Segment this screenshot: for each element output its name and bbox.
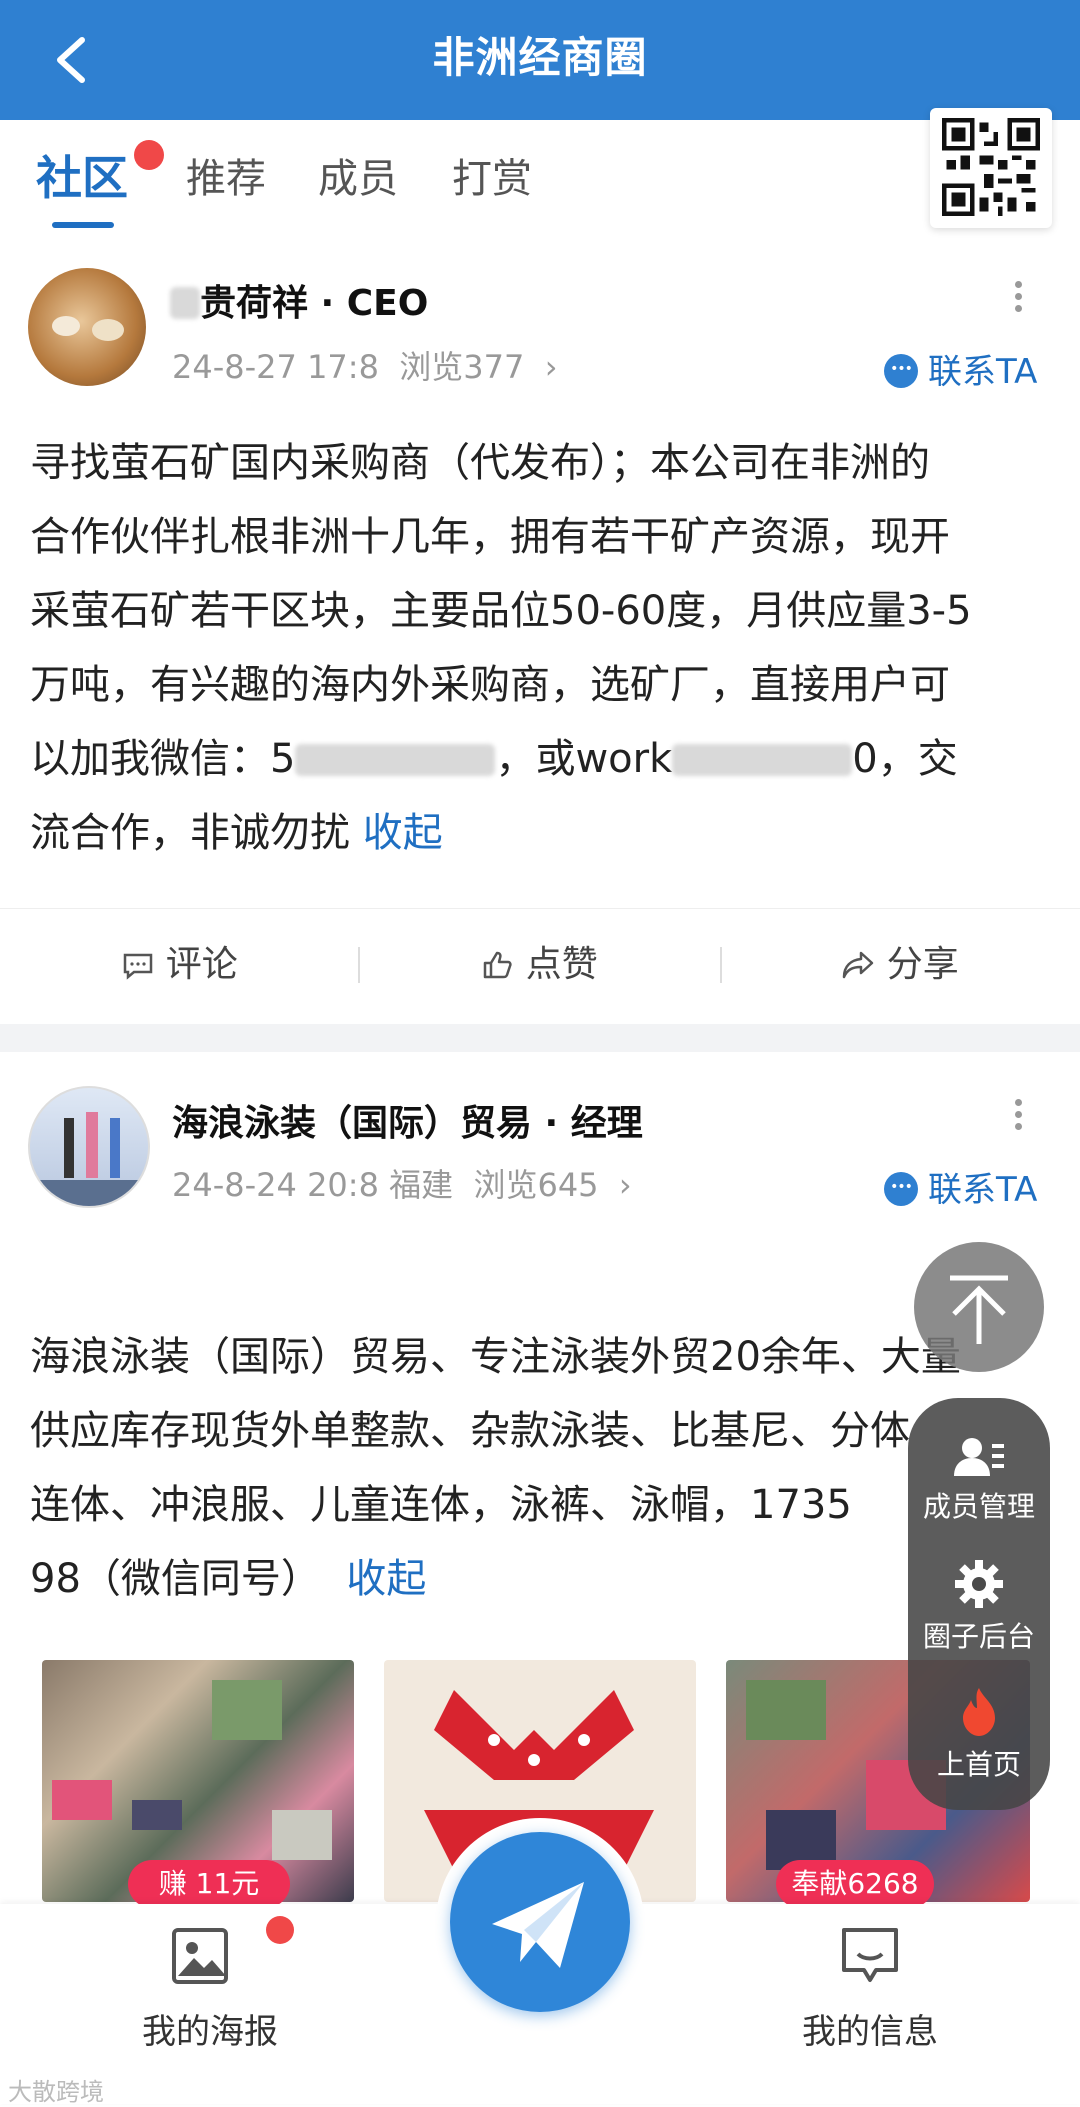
circle-admin-button[interactable]: 圈子后台 [908, 1560, 1050, 1655]
post-body-line: 海浪泳装（国际）贸易、专注泳装外贸20余年、大量 [30, 1334, 961, 1380]
like-label: 点赞 [525, 944, 598, 985]
message-icon [840, 1926, 900, 1986]
member-manage-label: 成员管理 [922, 1490, 1035, 1523]
author-avatar[interactable] [28, 1086, 150, 1208]
text-segment: 流合作，非诚勿扰 [30, 810, 350, 856]
redacted-text [295, 744, 496, 776]
contact-label: 联系TA [928, 1170, 1038, 1210]
section-gap [0, 1024, 1080, 1052]
top-bar: 非洲经商圈 [0, 0, 1080, 120]
share-label: 分享 [886, 944, 959, 985]
collapse-link[interactable]: 收起 [363, 810, 443, 856]
go-homepage-button[interactable]: 上首页 [908, 1688, 1050, 1783]
author-name-text: 贵荷祥 · CEO [200, 283, 429, 324]
post-body: 海浪泳装（国际）贸易、专注泳装外贸20余年、大量 供应库存现货外单整款、杂款泳装… [30, 1320, 1040, 1616]
post-body-line: 以加我微信：5 ，或work 0，交 [30, 722, 1040, 796]
chevron-right-icon: › [618, 1166, 632, 1204]
post-body-line: 98（微信同号） 收起 [30, 1542, 1040, 1616]
tab-members[interactable]: 成员 [318, 146, 398, 204]
post-body-line: 合作伙伴扎根非洲十几年，拥有若干矿产资源，现开 [30, 514, 950, 560]
nav-my-messages[interactable]: 我的信息 [740, 2004, 1000, 2053]
chat-bubble-icon [884, 354, 918, 388]
more-icon[interactable] [1012, 1094, 1024, 1135]
author-name[interactable]: 海浪泳装（国际）贸易 · 经理 [172, 1094, 643, 1146]
image-icon [170, 1926, 230, 1986]
text-segment: 98（微信同号） [30, 1556, 321, 1602]
post-body: 寻找萤石矿国内采购商（代发布）；本公司在非洲的 合作伙伴扎根非洲十几年，拥有若干… [30, 426, 1040, 870]
post-meta[interactable]: 24-8-24 20:8 福建 浏览645 › [172, 1160, 632, 1206]
view-count: 浏览377 [399, 348, 525, 386]
text-segment: 0，交 [852, 736, 958, 782]
contact-button[interactable]: 联系TA [884, 1162, 1037, 1211]
thumbs-up-icon [484, 951, 512, 979]
contact-label: 联系TA [928, 352, 1038, 392]
more-icon[interactable] [1012, 276, 1024, 317]
comment-button[interactable]: 评论 [0, 909, 360, 1021]
author-avatar[interactable] [28, 268, 146, 386]
chevron-right-icon: › [544, 348, 558, 386]
publish-button[interactable] [450, 1832, 630, 2012]
text-segment: ，或work [495, 736, 673, 782]
post-actions: 评论 点赞 分享 [0, 908, 1080, 1021]
member-manage-button[interactable]: 成员管理 [908, 1436, 1050, 1525]
circle-admin-label: 圈子后台 [922, 1620, 1035, 1653]
view-count: 浏览645 [473, 1166, 599, 1204]
scroll-to-top-button[interactable] [914, 1242, 1044, 1372]
fire-icon [963, 1688, 995, 1736]
text-segment: 以加我微信：5 [30, 736, 296, 782]
post-meta[interactable]: 24-8-27 17:8 浏览377 › [172, 342, 558, 388]
contribution-badge[interactable]: 奉献6268 [776, 1860, 934, 1908]
post-body-line: 寻找萤石矿国内采购商（代发布）；本公司在非洲的 [30, 440, 930, 486]
gear-icon [955, 1560, 1003, 1608]
post-date: 24-8-24 20:8 [172, 1166, 379, 1204]
notification-dot [134, 140, 164, 170]
post-body-line: 连体、冲浪服、儿童连体，泳裤、泳帽，1735 [30, 1482, 852, 1528]
qr-code-icon [942, 118, 1040, 216]
redacted-text [672, 744, 853, 776]
like-button[interactable]: 点赞 [360, 909, 720, 1021]
watermark: 大散跨境 [8, 2078, 104, 2106]
arrow-up-to-top-icon [950, 1275, 1008, 1344]
member-manage-icon [954, 1438, 1004, 1476]
collapse-link[interactable]: 收起 [346, 1556, 426, 1602]
chat-bubble-icon [884, 1172, 918, 1206]
author-name[interactable]: 贵荷祥 · CEO [170, 274, 428, 326]
redacted-text [170, 287, 200, 319]
share-button[interactable]: 分享 [720, 909, 1080, 1021]
post-body-line: 万吨，有兴趣的海内外采购商，选矿厂，直接用户可 [30, 662, 950, 708]
notification-dot [266, 1916, 294, 1944]
active-tab-indicator [52, 222, 114, 228]
post-body-line: 采萤石矿若干区块，主要品位50-60度，月供应量3-5 [30, 588, 972, 634]
post-location: 福建 [389, 1166, 454, 1204]
nav-my-poster[interactable]: 我的海报 [80, 2004, 340, 2053]
post-body-line: 流合作，非诚勿扰 收起 [30, 796, 1040, 870]
comment-icon [124, 953, 153, 980]
tab-community[interactable]: 社区 [36, 142, 128, 208]
paper-plane-icon [492, 1882, 584, 1968]
comment-label: 评论 [165, 944, 238, 985]
side-action-panel: 成员管理 圈子后台 上首页 [908, 1398, 1050, 1810]
chevron-left-icon[interactable] [48, 34, 96, 86]
go-homepage-label: 上首页 [936, 1748, 1021, 1781]
earn-badge[interactable]: 赚 11元 [128, 1860, 290, 1908]
share-icon [843, 951, 874, 979]
tab-recommend[interactable]: 推荐 [186, 146, 266, 204]
qr-code-button[interactable] [930, 108, 1052, 228]
page-title: 非洲经商圈 [432, 33, 648, 82]
post-date: 24-8-27 17:8 [172, 348, 379, 386]
post-body-line: 供应库存现货外单整款、杂款泳装、比基尼、分体 [30, 1408, 910, 1454]
tab-reward[interactable]: 打赏 [452, 146, 532, 204]
contact-button[interactable]: 联系TA [884, 344, 1037, 393]
